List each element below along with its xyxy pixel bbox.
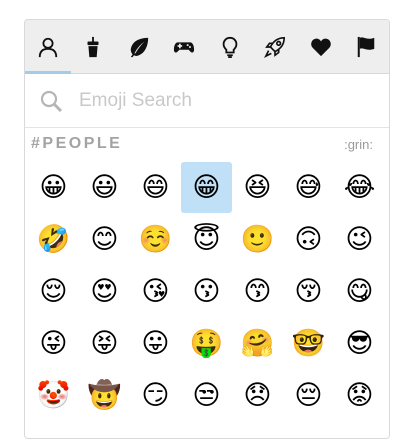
emoji-cell[interactable]: 😎 (334, 318, 385, 369)
emoji-cell[interactable]: 😂 (334, 162, 385, 213)
emoji-glyph: 😆 (243, 172, 272, 203)
emoji-cell[interactable]: 😄 (130, 162, 181, 213)
emoji-cell[interactable]: 😟 (334, 370, 385, 421)
tab-people[interactable] (25, 20, 71, 74)
rocket-icon (264, 36, 286, 58)
emoji-glyph: 😀 (39, 172, 68, 203)
emoji-cell[interactable]: 😊 (79, 214, 130, 265)
emoji-cell[interactable]: 😃 (79, 162, 130, 213)
emoji-cell[interactable]: 😁 (181, 162, 232, 213)
emoji-cell[interactable]: 😛 (130, 318, 181, 369)
emoji-glyph: 😔 (294, 380, 323, 411)
emoji-glyph: 😅 (294, 172, 323, 203)
tab-travel[interactable] (253, 20, 299, 73)
emoji-glyph: 😞 (243, 380, 272, 411)
emoji-glyph: 😃 (90, 172, 119, 203)
emoji-cell[interactable]: 😉 (334, 214, 385, 265)
emoji-grid: 😀 😃 😄 😁 😆 😅 😂 🤣 😊 ☺️ 😇 🙂 🙃 😉 😌 😍 😘 😗 😙 😚 😋 😜 😝 😛 🤑 🤗 🤓 😎 🤡 🤠 😏 😒 😞 😔 😟 (25, 160, 389, 421)
hover-shortcode: :grin: (344, 136, 373, 152)
emoji-glyph: ☺️ (138, 224, 173, 255)
emoji-glyph: 🙂 (240, 224, 275, 255)
emoji-glyph: 😛 (141, 328, 170, 359)
emoji-glyph: 🤡 (36, 380, 71, 411)
emoji-glyph: 😄 (141, 172, 170, 203)
emoji-glyph: 😁 (192, 172, 221, 203)
emoji-glyph: 🤓 (291, 328, 326, 359)
flag-icon (358, 36, 375, 57)
emoji-cell[interactable]: 🤗 (232, 318, 283, 369)
emoji-cell[interactable]: 😏 (130, 370, 181, 421)
emoji-glyph: 😇 (192, 224, 221, 255)
emoji-cell[interactable]: 🤑 (181, 318, 232, 369)
tab-flags[interactable] (344, 20, 390, 73)
tab-symbols[interactable] (298, 20, 344, 73)
emoji-cell[interactable]: 🤡 (28, 370, 79, 421)
emoji-cell[interactable]: 😘 (130, 266, 181, 317)
emoji-glyph: 😘 (141, 276, 170, 307)
emoji-glyph: 😗 (192, 276, 221, 307)
emoji-picker: #PEOPLE :grin: 😀 😃 😄 😁 😆 😅 😂 🤣 😊 ☺️ 😇 🙂 🙃 😉 😌 😍 😘 😗 😙 😚 😋 😜 😝 😛… (24, 19, 390, 439)
emoji-cell[interactable]: 😅 (283, 162, 334, 213)
emoji-cell[interactable]: 😋 (334, 266, 385, 317)
emoji-cell[interactable]: 🙃 (283, 214, 334, 265)
emoji-cell[interactable]: 🤠 (79, 370, 130, 421)
emoji-cell[interactable]: 😇 (181, 214, 232, 265)
emoji-glyph: 😜 (39, 328, 68, 359)
emoji-glyph: 😂 (343, 172, 376, 203)
emoji-glyph: 😌 (39, 276, 68, 307)
emoji-glyph: 😉 (345, 224, 374, 255)
emoji-cell[interactable]: 😌 (28, 266, 79, 317)
emoji-glyph: 🙃 (294, 224, 323, 255)
category-tab-bar (25, 20, 389, 74)
search-bar (25, 74, 389, 128)
emoji-glyph: 😒 (192, 380, 221, 411)
emoji-cell[interactable]: 🙂 (232, 214, 283, 265)
emoji-cell[interactable]: 😙 (232, 266, 283, 317)
emoji-cell[interactable]: 🤣 (28, 214, 79, 265)
emoji-glyph: 😙 (243, 276, 272, 307)
emoji-glyph: 😋 (345, 276, 374, 307)
heart-icon (310, 38, 331, 56)
emoji-glyph: 😏 (141, 380, 170, 411)
emoji-cell[interactable]: 😆 (232, 162, 283, 213)
tab-activity[interactable] (162, 20, 208, 73)
emoji-cell[interactable]: 😜 (28, 318, 79, 369)
emoji-glyph: 😊 (90, 224, 119, 255)
emoji-cell[interactable]: 😔 (283, 370, 334, 421)
cup-icon (87, 36, 99, 57)
emoji-cell[interactable]: 😚 (283, 266, 334, 317)
emoji-cell[interactable]: 😍 (79, 266, 130, 317)
emoji-search-input[interactable] (77, 88, 341, 113)
person-outline-icon (38, 37, 57, 57)
emoji-cell[interactable]: 🤓 (283, 318, 334, 369)
gamepad-icon (174, 41, 195, 53)
lightbulb-icon (222, 36, 238, 58)
emoji-glyph: 😍 (90, 276, 119, 307)
emoji-glyph: 😟 (345, 380, 374, 411)
emoji-cell[interactable]: 😗 (181, 266, 232, 317)
emoji-cell[interactable]: 😞 (232, 370, 283, 421)
emoji-cell[interactable]: 😒 (181, 370, 232, 421)
category-header: #PEOPLE :grin: (25, 128, 389, 160)
category-title: #PEOPLE (31, 135, 123, 152)
emoji-glyph: 😝 (90, 328, 119, 359)
emoji-glyph: 🤠 (87, 380, 122, 411)
leaf-icon (130, 37, 148, 57)
emoji-glyph: 🤣 (36, 224, 71, 255)
emoji-glyph: 🤗 (240, 328, 275, 359)
emoji-glyph: 😚 (294, 276, 323, 307)
tab-objects[interactable] (207, 20, 253, 73)
emoji-cell[interactable]: 😝 (79, 318, 130, 369)
emoji-glyph: 😎 (345, 328, 374, 359)
search-icon (37, 87, 65, 115)
emoji-cell[interactable]: ☺️ (130, 214, 181, 265)
emoji-glyph: 🤑 (189, 328, 224, 359)
tab-food[interactable] (71, 20, 117, 73)
tab-nature[interactable] (116, 20, 162, 73)
emoji-cell[interactable]: 😀 (28, 162, 79, 213)
